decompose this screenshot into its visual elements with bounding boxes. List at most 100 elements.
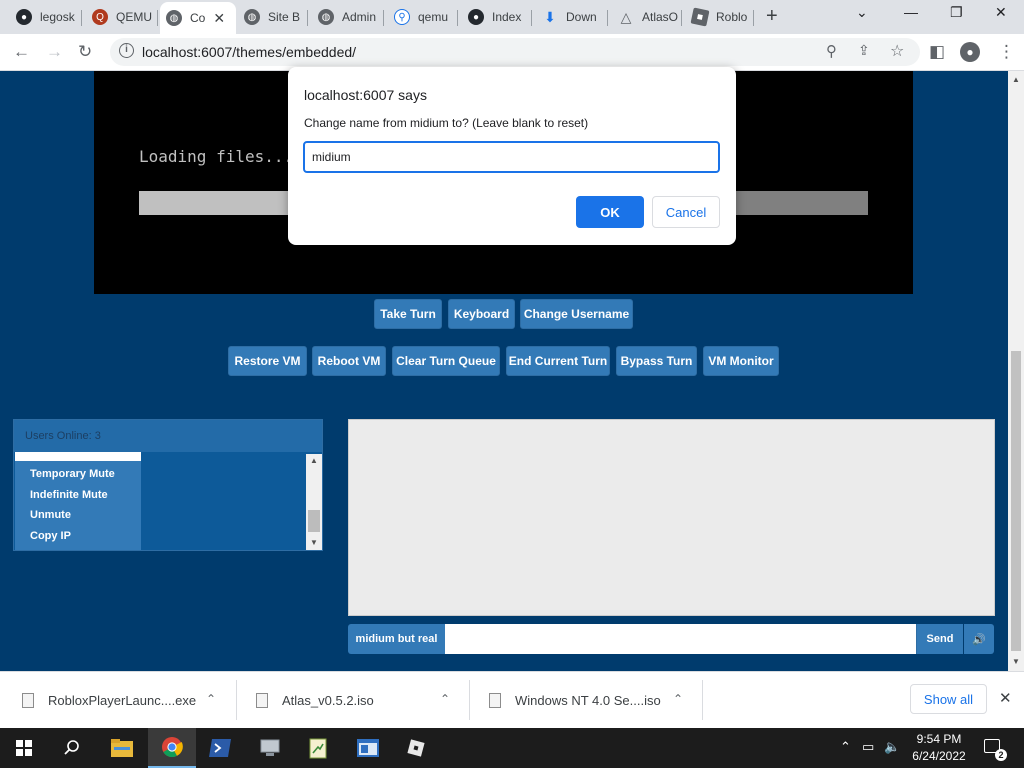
- tab-label: Site B: [268, 10, 301, 24]
- tab-separator: [531, 10, 532, 26]
- divider: [236, 680, 237, 720]
- download-filename: RobloxPlayerLaunc....exe: [48, 693, 197, 708]
- tab-1[interactable]: Q QEMU: [86, 4, 158, 30]
- scroll-up-icon[interactable]: ▲: [310, 456, 318, 465]
- chat-username-badge[interactable]: midium but real: [348, 624, 445, 654]
- profile-avatar-icon[interactable]: ●: [960, 42, 980, 62]
- page-scrollbar[interactable]: ▲ ▼: [1008, 71, 1024, 671]
- scroll-down-icon[interactable]: ▼: [1012, 657, 1020, 666]
- clock-date: 6/24/2022: [912, 749, 966, 763]
- page-scroll-thumb[interactable]: [1011, 351, 1021, 651]
- tab-search-chevron-icon[interactable]: ⌄: [856, 4, 868, 21]
- take-turn-button[interactable]: Take Turn: [374, 299, 442, 329]
- chevron-up-icon[interactable]: ⌃: [206, 692, 216, 706]
- send-button[interactable]: Send: [916, 624, 963, 654]
- tab-7[interactable]: ⬇ Down: [536, 4, 608, 30]
- display-app[interactable]: [344, 728, 392, 768]
- close-window-icon[interactable]: ✕: [995, 4, 1007, 21]
- tab-label: Co: [190, 11, 206, 25]
- dialog-input[interactable]: [303, 141, 720, 173]
- powershell-app[interactable]: [196, 728, 244, 768]
- menu-item-temporary-mute[interactable]: Temporary Mute: [30, 468, 115, 480]
- chat-input[interactable]: [445, 624, 916, 654]
- download-item-2[interactable]: Windows NT 4.0 Se....iso ⌃: [489, 672, 699, 729]
- tab-5[interactable]: ⚲ qemu: [388, 4, 458, 30]
- start-button[interactable]: [0, 728, 48, 768]
- show-hidden-icons-chevron-icon[interactable]: ⌃: [840, 739, 851, 755]
- site-info-icon[interactable]: i: [119, 43, 134, 58]
- system-clock[interactable]: 9:54 PM 6/24/2022: [900, 731, 978, 765]
- minimize-icon[interactable]: —: [904, 4, 918, 20]
- back-icon[interactable]: ←: [13, 42, 30, 62]
- bookmark-star-icon[interactable]: ☆: [890, 41, 904, 61]
- user-list-item-partial[interactable]: [15, 452, 141, 461]
- show-all-button[interactable]: Show all: [910, 684, 987, 714]
- menu-item-copy-ip[interactable]: Copy IP: [30, 530, 71, 542]
- restore-icon[interactable]: ❐: [950, 4, 963, 21]
- download-item-1[interactable]: Atlas_v0.5.2.iso ⌃: [256, 672, 466, 729]
- tab-0[interactable]: ● legosk: [10, 4, 82, 30]
- globe-icon: ◍: [244, 9, 260, 25]
- vm-monitor-button[interactable]: VM Monitor: [703, 346, 779, 376]
- notification-count-badge: 2: [995, 749, 1007, 761]
- scroll-down-icon[interactable]: ▼: [310, 538, 318, 547]
- keyboard-button[interactable]: Keyboard: [448, 299, 515, 329]
- bypass-turn-button[interactable]: Bypass Turn: [616, 346, 697, 376]
- close-shelf-icon[interactable]: ✕: [999, 689, 1012, 707]
- tab-separator: [681, 10, 682, 26]
- close-tab-icon[interactable]: ✕: [213, 10, 225, 27]
- address-bar[interactable]: i localhost:6007/themes/embedded/ ⚲ ⇪ ☆: [110, 38, 920, 66]
- cancel-button[interactable]: Cancel: [652, 196, 720, 228]
- tab-2-active[interactable]: ◍ Co ✕: [160, 2, 236, 34]
- tab-label: Index: [492, 10, 522, 24]
- file-explorer-app[interactable]: [98, 728, 146, 768]
- globe-icon: ◍: [166, 10, 182, 26]
- github-icon: ●: [16, 9, 32, 25]
- menu-kebab-icon[interactable]: ⋮: [998, 42, 1015, 62]
- volume-icon[interactable]: 🔊: [964, 624, 994, 654]
- reboot-vm-button[interactable]: Reboot VM: [312, 346, 386, 376]
- reload-icon[interactable]: ↻: [78, 42, 92, 62]
- tab-label: AtlasO: [642, 10, 679, 24]
- qemu-icon: Q: [92, 9, 108, 25]
- network-app[interactable]: [246, 728, 294, 768]
- restore-vm-button[interactable]: Restore VM: [228, 346, 307, 376]
- roblox-app[interactable]: [392, 728, 440, 768]
- end-current-turn-button[interactable]: End Current Turn: [506, 346, 610, 376]
- download-icon: ⬇: [544, 8, 556, 25]
- search-button[interactable]: [48, 728, 96, 768]
- ok-button[interactable]: OK: [576, 196, 644, 228]
- users-scroll-thumb[interactable]: [308, 510, 320, 532]
- chrome-app[interactable]: [148, 728, 196, 768]
- clock-time: 9:54 PM: [916, 732, 962, 746]
- menu-item-unmute[interactable]: Unmute: [30, 509, 71, 521]
- notepad-app[interactable]: [294, 728, 342, 768]
- chevron-up-icon[interactable]: ⌃: [673, 692, 683, 706]
- change-username-button[interactable]: Change Username: [520, 299, 633, 329]
- tab-4[interactable]: ◍ Admin: [312, 4, 384, 30]
- download-item-0[interactable]: RobloxPlayerLaunc....exe ⌃: [22, 672, 232, 729]
- roblox-icon: ■: [690, 7, 710, 27]
- menu-item-indefinite-mute[interactable]: Indefinite Mute: [30, 489, 108, 501]
- tab-separator: [383, 10, 384, 26]
- tab-9[interactable]: ■ Roblo: [686, 4, 754, 30]
- clear-turn-queue-button[interactable]: Clear Turn Queue: [392, 346, 500, 376]
- share-icon[interactable]: ⇪: [858, 42, 870, 59]
- forward-icon[interactable]: →: [46, 42, 63, 62]
- scroll-up-icon[interactable]: ▲: [1012, 75, 1020, 84]
- download-filename: Windows NT 4.0 Se....iso: [515, 693, 661, 708]
- zoom-icon[interactable]: ⚲: [826, 42, 837, 60]
- tab-label: QEMU: [116, 10, 152, 24]
- network-icon[interactable]: ▭: [862, 739, 874, 755]
- tab-8[interactable]: △ AtlasO: [612, 4, 682, 30]
- new-tab-icon[interactable]: +: [766, 5, 778, 28]
- side-panel-icon[interactable]: ◧: [929, 42, 945, 62]
- tab-3[interactable]: ◍ Site B: [238, 4, 308, 30]
- users-scrollbar[interactable]: ▲ ▼: [306, 454, 322, 550]
- tab-6[interactable]: ● Index: [462, 4, 532, 30]
- search-icon: ⚲: [394, 9, 410, 25]
- download-shelf: RobloxPlayerLaunc....exe ⌃ Atlas_v0.5.2.…: [0, 671, 1024, 728]
- volume-icon[interactable]: 🔈: [884, 739, 900, 755]
- chevron-up-icon[interactable]: ⌃: [440, 692, 450, 706]
- address-url: localhost:6007/themes/embedded/: [142, 44, 357, 60]
